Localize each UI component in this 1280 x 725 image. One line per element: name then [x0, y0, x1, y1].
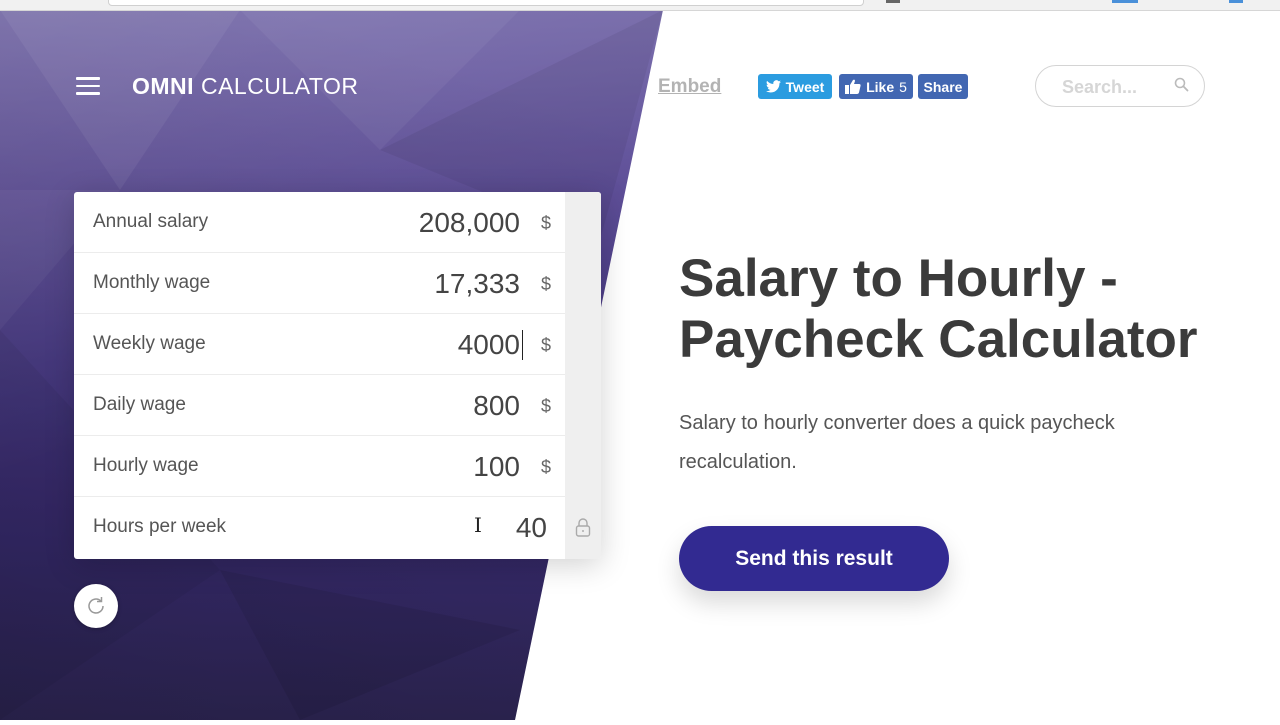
search-icon[interactable] [1174, 77, 1190, 93]
search-box[interactable] [1035, 65, 1205, 107]
calculator-card: Annual salary $ Monthly wage $ Weekly wa… [74, 192, 601, 559]
monthly-wage-input[interactable] [318, 267, 522, 301]
field-label: Daily wage [93, 394, 186, 415]
browser-extension-icon[interactable] [1112, 0, 1138, 3]
calc-row-daily-wage: Daily wage $ [74, 375, 565, 436]
calc-row-annual-salary: Annual salary $ [74, 192, 565, 253]
browser-extension-icon[interactable] [1229, 0, 1243, 3]
omni-logo[interactable]: OMNI CALCULATOR [132, 73, 358, 100]
currency-unit: $ [540, 213, 551, 233]
calc-row-hours-per-week: Hours per week I [74, 497, 565, 558]
currency-unit: $ [540, 335, 551, 355]
calc-row-monthly-wage: Monthly wage $ [74, 253, 565, 314]
reset-button[interactable] [74, 584, 118, 628]
daily-wage-input[interactable] [318, 389, 522, 423]
share-label: Share [923, 78, 963, 95]
page-description: Salary to hourly converter does a quick … [679, 412, 1115, 473]
twitter-bird-icon [765, 80, 781, 93]
field-label: Hours per week [93, 516, 227, 537]
address-bar[interactable] [108, 0, 864, 6]
field-label: Hourly wage [93, 455, 199, 476]
hours-per-week-input[interactable] [345, 511, 549, 545]
facebook-share-button[interactable]: Share [918, 74, 968, 99]
unit-column [565, 192, 601, 559]
tweet-label: Tweet [785, 78, 825, 95]
embed-link[interactable]: Embed [658, 76, 721, 98]
like-count: 5 [899, 78, 907, 95]
calc-row-weekly-wage: Weekly wage $ [74, 314, 565, 375]
logo-bold: OMNI [132, 73, 195, 99]
hamburger-menu-icon[interactable] [76, 77, 100, 95]
lock-icon[interactable] [575, 517, 591, 537]
weekly-wage-input[interactable] [318, 328, 522, 362]
currency-unit: $ [540, 396, 551, 416]
browser-toolbar [0, 0, 1280, 11]
thumbs-up-icon [845, 79, 861, 94]
text-caret [521, 330, 523, 360]
field-label: Weekly wage [93, 333, 206, 354]
facebook-like-button[interactable]: Like 5 [839, 74, 913, 99]
field-label: Monthly wage [93, 272, 211, 293]
field-label: Annual salary [93, 211, 209, 232]
browser-icon[interactable] [886, 0, 900, 3]
tweet-button[interactable]: Tweet [758, 74, 832, 99]
page-title: Salary to Hourly - Paycheck Calculator [679, 249, 1198, 369]
send-result-button[interactable]: Send this result [679, 526, 949, 591]
hourly-wage-input[interactable] [318, 450, 522, 484]
refresh-icon [88, 597, 104, 614]
calc-row-hourly-wage: Hourly wage $ [74, 436, 565, 497]
logo-light: CALCULATOR [200, 73, 359, 99]
annual-salary-input[interactable] [318, 206, 522, 240]
search-input[interactable] [1060, 75, 1174, 99]
currency-unit: $ [540, 274, 551, 294]
currency-unit: $ [540, 457, 551, 477]
like-label: Like [866, 78, 895, 95]
